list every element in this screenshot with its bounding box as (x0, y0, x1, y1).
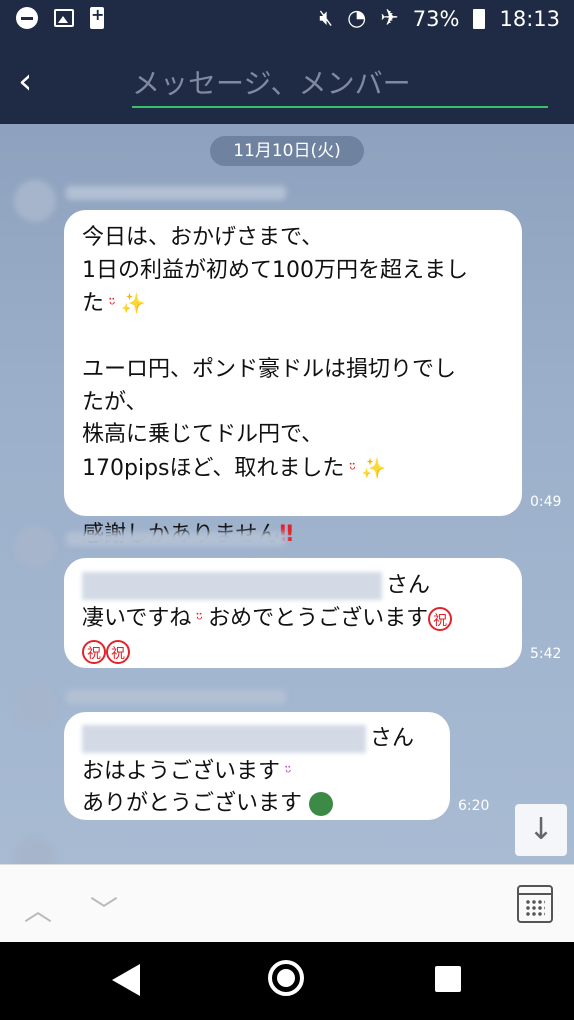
chat-header: ‹ メッセージ、メンバー (0, 40, 574, 124)
date-separator: 11月10日(火) (210, 136, 364, 166)
battery-saver-icon (90, 5, 104, 29)
previous-result-chevron-up-icon[interactable]: ︿ (24, 889, 60, 927)
avatar[interactable] (14, 526, 56, 568)
celebration-emoji-icon: 祝 (428, 606, 453, 631)
message-line: た ᵕ̈ ✨ (82, 287, 504, 322)
back-chevron-icon[interactable]: ‹ (18, 62, 48, 102)
clock: 18:13 (499, 6, 560, 31)
message-line: 今日は、おかげさまで、 (82, 225, 324, 250)
search-input[interactable]: メッセージ、メンバー (132, 62, 548, 108)
smile-emoji-icon: ᵕ̈ (191, 609, 209, 629)
avatar[interactable] (14, 836, 56, 864)
chat-area[interactable]: 11月10日(火) 今日は、おかげさまで、 1日の利益が初めて100万円を超えま… (0, 124, 574, 864)
airplane-icon: ✈ (380, 6, 399, 31)
mention-name[interactable] (82, 725, 366, 753)
message-line: 祝祝 (82, 636, 504, 669)
message-line: さん (82, 724, 432, 757)
celebration-emoji-icon: 祝 (106, 639, 130, 664)
message-line: ありがとうございます (82, 789, 432, 822)
message-time: 6:20 (458, 798, 490, 814)
message-time: 0:49 (530, 494, 562, 510)
message-line: たが、 (82, 389, 148, 415)
battery-percent: 73% (412, 6, 460, 31)
message-bubble[interactable]: 今日は、おかげさまで、 1日の利益が初めて100万円を超えまし た ᵕ̈ ✨ ユ… (64, 210, 522, 547)
nav-recents-icon[interactable] (435, 966, 461, 992)
message-line (82, 486, 504, 519)
sender-name (66, 690, 286, 704)
sparkle-emoji-icon: ✨ (361, 455, 387, 480)
mute-icon: 🔇︎ (319, 6, 334, 31)
message-bubble[interactable]: さん おはようございます ᵕ̈ ありがとうございます (64, 712, 450, 820)
smile-emoji-icon: ᵕ̈ (280, 762, 297, 782)
message-line: 1日の利益が初めて100万円を超えまし (82, 257, 468, 283)
sender-name (66, 186, 286, 200)
message-line: 株高に乗じてドル円で、 (82, 422, 324, 447)
next-result-chevron-down-icon[interactable]: ﹀ (90, 889, 126, 927)
message-line: 凄いですね ᵕ̈ おめでとうございます祝 (82, 603, 504, 636)
message-line: おはようございます ᵕ̈ (82, 758, 297, 784)
scroll-to-bottom-button[interactable]: ↓ (515, 804, 567, 856)
sender-name (66, 532, 286, 546)
navigation-bar (0, 942, 574, 1020)
image-icon (54, 9, 74, 27)
message-line: ユーロ円、ポンド豪ドルは損切りでし (82, 357, 457, 382)
avatar[interactable] (14, 684, 56, 726)
nav-back-icon[interactable] (112, 964, 140, 996)
battery-icon (473, 8, 486, 29)
do-not-disturb-icon (16, 7, 38, 29)
avatar[interactable] (14, 180, 56, 222)
celebration-emoji-icon: 祝 (82, 639, 106, 664)
mention-name[interactable] (82, 572, 382, 600)
wifi-icon: ◔ (347, 6, 367, 31)
nav-home-icon[interactable] (268, 960, 304, 996)
smile-emoji-icon: ᵕ̈ (344, 459, 362, 479)
status-bar: 🔇︎ ◔ ✈ 73% 18:13 (0, 0, 574, 40)
smile-emoji-icon: ᵕ̈ (104, 295, 121, 314)
calendar-icon[interactable] (517, 885, 553, 923)
message-bubble[interactable]: さん 凄いですね ᵕ̈ おめでとうございます祝 祝祝 (64, 558, 522, 668)
message-line: さん (82, 570, 504, 603)
sparkle-emoji-icon: ✨ (120, 291, 146, 315)
message-line (82, 322, 504, 355)
message-time: 5:42 (530, 646, 562, 662)
bowing-person-emoji-icon (309, 792, 334, 816)
message-line: 170pipsほど、取れました ᵕ̈ ✨ (82, 452, 504, 487)
search-toolbar: ︿ ﹀ (0, 864, 574, 943)
